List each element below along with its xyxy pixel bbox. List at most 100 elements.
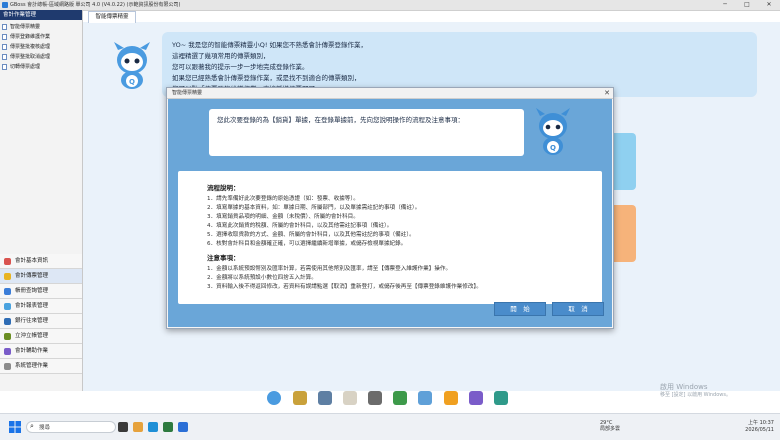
process-step: 6．核對會計科目和金額確正確，可以選擇繼續新增單據，或儲存檢視單據紀錄。 bbox=[207, 241, 407, 247]
notes-title: 注意事項： bbox=[207, 254, 240, 262]
q-app-icon[interactable] bbox=[469, 391, 483, 405]
form-icon bbox=[2, 34, 7, 40]
start-button[interactable]: 開 始 bbox=[494, 302, 546, 316]
menu-item-reports[interactable]: 會計報表管理 bbox=[0, 299, 82, 314]
menu-item-label: 帳冊查詢管理 bbox=[15, 288, 49, 294]
activation-watermark: 啟用 Windows 移至 [設定] 以啟用 Windows。 bbox=[660, 383, 731, 399]
app-logo-icon bbox=[2, 2, 8, 8]
module-icon bbox=[4, 347, 11, 355]
gboss-app-icon[interactable] bbox=[178, 422, 188, 432]
scale-icon[interactable] bbox=[293, 391, 307, 405]
menu-item-offset[interactable]: 立沖立帳管理 bbox=[0, 329, 82, 344]
form-icon bbox=[2, 54, 7, 60]
mascot-icon[interactable] bbox=[267, 391, 281, 405]
svg-text:Q: Q bbox=[550, 144, 556, 152]
note-item: 2．金額將以系統預設小數位四捨五入計算。 bbox=[207, 275, 317, 281]
note-item: 1．金額以系統預設幣別及匯率計算，若需使用其他幣別及匯率，請至【傳票登入維護作業… bbox=[207, 266, 452, 272]
process-step: 1．請先準備好此次要登錄的原始憑證（如：發票、收據等）。 bbox=[207, 196, 359, 202]
tree-item-label: 智能傳票精靈 bbox=[10, 24, 41, 30]
tree-item[interactable]: 傳票登錄維護作業 bbox=[2, 32, 50, 42]
tree-item-label: 切轉傳票處理 bbox=[10, 64, 41, 70]
speech-text: 您此次要登錄的為【銷貨】單據，在登錄單據前，先向您說明操作的流程及注意事項： bbox=[217, 116, 464, 124]
mascot-q-icon: Q bbox=[536, 108, 570, 155]
watermark-line: 啟用 Windows bbox=[660, 383, 708, 391]
menu-item-label: 會計輔助作業 bbox=[15, 348, 49, 354]
process-title: 流程說明： bbox=[207, 184, 240, 192]
module-menu: 會計基本資訊 會計傳票管理 帳冊查詢管理 會計報表管理 銀行往來管理 立沖立帳管… bbox=[0, 254, 82, 374]
svg-text:Q: Q bbox=[129, 78, 135, 86]
menu-item-label: 會計傳票管理 bbox=[15, 273, 49, 279]
window-title: GBoss 會計總帳-區域網路版 單公司 4.0 (V4.0.22) (示範資訊… bbox=[10, 2, 181, 8]
cancel-button[interactable]: 取 消 bbox=[552, 302, 604, 316]
maximize-button[interactable]: □ bbox=[736, 0, 758, 10]
weather-widget[interactable]: 29°C 局部多雲 bbox=[600, 420, 620, 432]
menu-item-system[interactable]: 系統管理作業 bbox=[0, 359, 82, 374]
module-icon bbox=[4, 317, 11, 325]
form-icon bbox=[2, 24, 7, 30]
windows-start-icon[interactable] bbox=[9, 421, 21, 433]
search-icon: ⌕ bbox=[30, 422, 34, 430]
bank-icon[interactable] bbox=[368, 391, 382, 405]
menu-item-basic-info[interactable]: 會計基本資訊 bbox=[0, 254, 82, 269]
tree-item[interactable]: 傳票整批取消處理 bbox=[2, 52, 50, 62]
menu-item-bank[interactable]: 銀行往來管理 bbox=[0, 314, 82, 329]
tree-item-label: 傳票登錄維護作業 bbox=[10, 34, 51, 40]
dialog-title: 智能傳票精靈 bbox=[172, 90, 203, 96]
taskbar-search[interactable]: 搜尋 bbox=[26, 421, 116, 433]
mascot-q-icon: Q bbox=[114, 42, 150, 89]
file-explorer-icon[interactable] bbox=[133, 422, 143, 432]
menu-item-label: 銀行往來管理 bbox=[15, 318, 49, 324]
folder-icon[interactable] bbox=[418, 391, 432, 405]
module-icon bbox=[4, 257, 11, 265]
close-window-button[interactable]: ✕ bbox=[758, 0, 780, 10]
menu-item-auxiliary[interactable]: 會計輔助作業 bbox=[0, 344, 82, 359]
module-icon bbox=[4, 287, 11, 295]
task-view-icon[interactable] bbox=[118, 422, 128, 432]
note-item: 3．資料輸入後不得返回修改，若資料有誤請點選【取消】重新登打，或儲存後再至【傳票… bbox=[207, 284, 482, 290]
menu-item-label: 會計報表管理 bbox=[15, 303, 49, 309]
process-step: 4．填寫此次銷貨的稅額、所屬的會計科目，以及其他需註記事項（備註）。 bbox=[207, 223, 393, 229]
wizard-dialog: 智能傳票精靈 ✕ Q 您此次要登錄的為【銷貨】單據，在登錄單據前，先向您說明操作… bbox=[166, 87, 614, 329]
process-step: 2．填寫單據的基本資料，如：單據日期、所屬部門，以及單據需註記的事項（備註）。 bbox=[207, 205, 421, 211]
book-icon[interactable] bbox=[494, 391, 508, 405]
module-icon bbox=[4, 362, 11, 370]
tree-item[interactable]: 切轉傳票處理 bbox=[2, 62, 50, 72]
module-icon bbox=[4, 332, 11, 340]
recycle-icon[interactable] bbox=[393, 391, 407, 405]
function-tree: 智能傳票精靈 傳票登錄維護作業 傳票整批複核處理 傳票整批取消處理 切轉傳票處理 bbox=[2, 22, 50, 72]
menu-item-label: 系統管理作業 bbox=[15, 363, 49, 369]
sidebar: 會計作業管理 智能傳票精靈 傳票登錄維護作業 傳票整批複核處理 傳票整批取消處理… bbox=[0, 10, 83, 391]
app-titlebar: GBoss 會計總帳-區域網路版 單公司 4.0 (V4.0.22) (示範資訊… bbox=[0, 0, 780, 11]
menu-item-label: 會計基本資訊 bbox=[15, 258, 49, 264]
process-step: 5．選擇收取貨款的方式、金額、所屬的會計科目，以及其他需註記的事項（備註）。 bbox=[207, 232, 415, 238]
minimize-button[interactable]: ─ bbox=[714, 0, 736, 10]
watermark-line: 移至 [設定] 以啟用 Windows。 bbox=[660, 392, 731, 398]
clock-time: 10:37 bbox=[759, 420, 774, 426]
tab-smart-voucher[interactable]: 智能傳票精靈 bbox=[88, 11, 136, 23]
menu-item-voucher[interactable]: 會計傳票管理 bbox=[0, 269, 82, 284]
taskbar: 搜尋 ⌕ 29°C 局部多雲 上午 10:37 2026/05/11 bbox=[0, 413, 780, 440]
document-icon[interactable] bbox=[343, 391, 357, 405]
menu-item-label: 立沖立帳管理 bbox=[15, 333, 49, 339]
sidebar-header: 會計作業管理 bbox=[0, 10, 82, 20]
tree-item-label: 傳票整批取消處理 bbox=[10, 54, 51, 60]
tree-item-label: 傳票整批複核處理 bbox=[10, 44, 51, 50]
process-step: 3．填寫銷貨品項的明細、金額（未稅價）、所屬的會計科目。 bbox=[207, 214, 359, 220]
form-icon bbox=[2, 44, 7, 50]
edge-icon[interactable] bbox=[148, 422, 158, 432]
tree-item[interactable]: 智能傳票精靈 bbox=[2, 22, 50, 32]
checkbook-icon[interactable] bbox=[318, 391, 332, 405]
dialog-titlebar: 智能傳票精靈 ✕ bbox=[167, 88, 613, 99]
dialog-close-button[interactable]: ✕ bbox=[604, 88, 610, 98]
alert-icon[interactable] bbox=[444, 391, 458, 405]
module-icon bbox=[4, 302, 11, 310]
weather-desc: 局部多雲 bbox=[600, 426, 621, 432]
menu-item-ledger-query[interactable]: 帳冊查詢管理 bbox=[0, 284, 82, 299]
form-icon bbox=[2, 64, 7, 70]
clock-date: 2026/05/11 bbox=[745, 427, 774, 433]
store-icon[interactable] bbox=[163, 422, 173, 432]
tree-item[interactable]: 傳票整批複核處理 bbox=[2, 42, 50, 52]
clock[interactable]: 上午 10:37 2026/05/11 bbox=[738, 420, 774, 434]
ime-indicator: 上午 bbox=[747, 420, 758, 426]
module-icon bbox=[4, 272, 11, 280]
